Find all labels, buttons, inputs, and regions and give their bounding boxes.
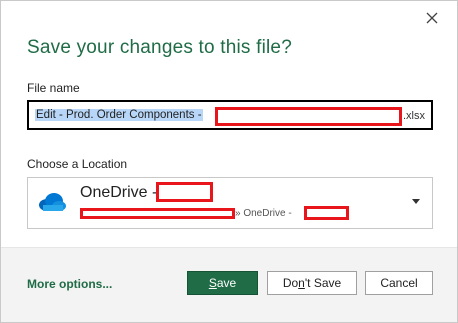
- file-name-input[interactable]: Edit - Prod. Order Components - .xlsx: [27, 100, 433, 130]
- more-options-link[interactable]: More options...: [27, 277, 112, 291]
- close-icon[interactable]: [423, 9, 441, 27]
- dialog-title: Save your changes to this file?: [27, 37, 292, 58]
- choose-location-label: Choose a Location: [27, 157, 128, 171]
- save-button[interactable]: Save: [187, 271, 258, 295]
- file-name-value[interactable]: Edit - Prod. Order Components -: [35, 109, 203, 121]
- dont-save-label-rest: 't Save: [304, 276, 342, 290]
- redaction-box: [304, 206, 349, 220]
- dont-save-button[interactable]: Don't Save: [267, 271, 357, 295]
- dont-save-label-pre: Do: [282, 276, 299, 290]
- location-name: OneDrive -: [80, 184, 158, 201]
- chevron-down-icon[interactable]: [412, 199, 420, 204]
- save-mnemonic: S: [208, 276, 217, 290]
- redaction-box: [215, 107, 402, 126]
- onedrive-cloud-icon: [39, 193, 66, 211]
- dialog-footer: More options... Save Don't Save Cancel: [1, 247, 457, 322]
- file-extension: .xlsx: [403, 110, 425, 122]
- redaction-box: [80, 208, 235, 219]
- dont-save-mnemonic: n: [298, 276, 305, 290]
- cancel-button[interactable]: Cancel: [365, 271, 433, 295]
- location-path: » OneDrive -: [235, 208, 292, 219]
- file-name-label: File name: [27, 81, 80, 95]
- save-label-rest: ave: [216, 276, 237, 290]
- redaction-box: [156, 182, 213, 202]
- location-dropdown[interactable]: OneDrive - » OneDrive -: [27, 177, 433, 229]
- save-changes-dialog: Save your changes to this file? File nam…: [0, 0, 458, 323]
